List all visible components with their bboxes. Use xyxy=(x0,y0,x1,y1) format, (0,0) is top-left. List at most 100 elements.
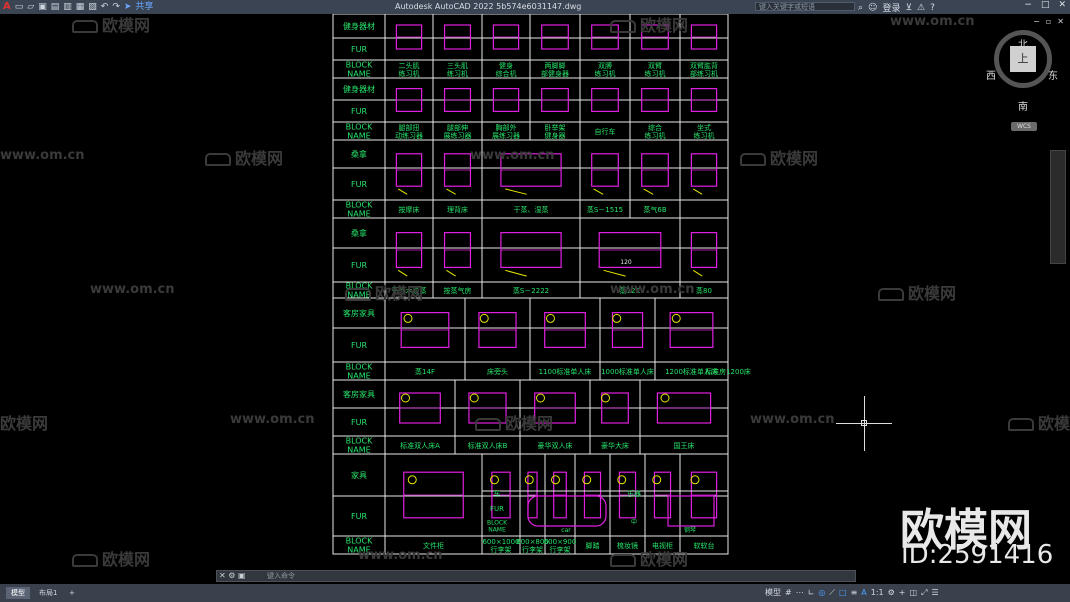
search-input[interactable]: 键入关键字或短语 xyxy=(755,2,855,11)
door-symbol xyxy=(593,188,604,195)
block-name-label: 行李架 xyxy=(550,545,571,554)
gear-icon[interactable]: ⚙ xyxy=(888,587,895,599)
watermark-logo: 欧模网 xyxy=(345,280,423,304)
lamp-symbol xyxy=(601,393,610,403)
sofa-logo-icon xyxy=(205,153,231,166)
menu-icon[interactable]: ☰ xyxy=(931,587,938,599)
polar-icon[interactable]: ◎ xyxy=(818,587,825,599)
row-label: NAME xyxy=(347,70,370,79)
block-name-label: 腿部伸 xyxy=(447,123,468,132)
sofa-logo-icon xyxy=(475,418,501,431)
watermark-logo: 欧模网 xyxy=(740,145,818,169)
door-symbol xyxy=(505,188,527,195)
row-label: BLOCK xyxy=(346,437,374,446)
block-name-label: 600×900 xyxy=(544,538,577,546)
block-name-label: 部练习机 xyxy=(690,69,718,78)
block-name-label: 标准双人床A xyxy=(400,441,440,450)
block-name-label: 双臂 xyxy=(648,61,662,70)
cmd-history-icon[interactable]: ▣ xyxy=(238,571,246,580)
watermark-logo: 欧模网 xyxy=(72,546,150,570)
wcs-menu[interactable]: WCS xyxy=(1011,122,1037,131)
save-as-icon[interactable]: ▤ xyxy=(51,1,60,13)
model-space-label[interactable]: 模型 xyxy=(765,587,781,599)
help-icon[interactable]: ? xyxy=(930,3,935,13)
annotation-icon[interactable]: A xyxy=(861,587,866,599)
block-name-label: 展练习器 xyxy=(444,131,472,140)
status-bar: 模型 布局1 + 模型 # ⋯ ∟ ◎ ⟋ □ ≡ A 1:1 ⚙ + ◫ ⤢ … xyxy=(0,584,1070,602)
row-label: FUR xyxy=(351,261,367,270)
new-icon[interactable]: ▭ xyxy=(15,1,24,13)
block-name-label: 中 xyxy=(631,518,637,526)
row-label: 桑拿 xyxy=(351,149,367,159)
snap-icon[interactable]: ⋯ xyxy=(796,587,804,599)
block-name-label: 两脚脚 xyxy=(545,61,566,70)
compass-east[interactable]: 东 xyxy=(1048,67,1058,82)
lamp-symbol xyxy=(524,475,534,485)
cmd-customize-icon[interactable]: ⚙ xyxy=(228,571,235,580)
block-name-label: 蒸气6B xyxy=(643,205,666,214)
search-icon[interactable]: ⌕ xyxy=(858,3,863,13)
block-name-label: 综合机 xyxy=(496,69,517,78)
row-label: NAME xyxy=(347,132,370,141)
minimize-icon[interactable]: − xyxy=(1024,0,1032,10)
isolate-icon[interactable]: ◫ xyxy=(910,587,918,599)
block-name-label: 1000标准单人床 xyxy=(601,367,654,376)
annotation-scale[interactable]: 1:1 xyxy=(871,587,884,599)
login-link[interactable]: 登录 xyxy=(882,1,900,14)
navigation-bar[interactable] xyxy=(1050,150,1066,264)
maximize-icon[interactable]: □ xyxy=(1041,0,1050,10)
autocad-logo-icon[interactable]: A xyxy=(3,1,11,13)
sofa-logo-icon xyxy=(610,20,636,33)
watermark-logo: 欧模网 xyxy=(72,12,150,36)
block-name-label: 蒸14F xyxy=(415,367,435,376)
block-name-label: 卧举架 xyxy=(545,123,566,132)
lamp-symbol xyxy=(551,475,560,485)
user-icon[interactable]: ☺ xyxy=(868,3,877,13)
block-name-label: 双臂肱背 xyxy=(690,61,718,70)
lineweight-icon[interactable]: ≡ xyxy=(851,587,858,599)
window-title: Autodesk AutoCAD 2022 5b574e6031147.dwg xyxy=(395,2,582,11)
row-label: FUR xyxy=(351,341,367,350)
block-name-label: 行李架 xyxy=(522,545,543,554)
row-label: NAME xyxy=(347,210,370,219)
osnap-icon[interactable]: □ xyxy=(839,587,847,599)
lamp-symbol xyxy=(546,313,555,323)
compass-north[interactable]: 北 xyxy=(1018,36,1028,51)
tab-model[interactable]: 模型 xyxy=(6,587,30,599)
isodraft-icon[interactable]: ⟋ xyxy=(829,587,835,599)
compass-west[interactable]: 西 xyxy=(986,67,996,82)
watermark-url: www.om.cn xyxy=(750,412,835,427)
tab-layout1[interactable]: 布局1 xyxy=(34,587,62,599)
row-label: 客房家具 xyxy=(343,389,375,399)
plus-icon[interactable]: + xyxy=(899,587,906,599)
block-name-label: 行李架 xyxy=(491,545,512,554)
cmd-close-icon[interactable]: ✕ xyxy=(219,571,226,580)
watermark-logo: 欧模网 xyxy=(610,546,688,570)
title-bar: A ▭ ▱ ▣ ▤ ▥ ▦ ▧ ↶ ↷ ➤ 共享 Autodesk AutoCA… xyxy=(0,0,1070,14)
exchange-icon[interactable]: ⚠ xyxy=(917,3,925,13)
cart-icon[interactable]: ⊻ xyxy=(905,3,912,13)
grid-icon[interactable]: # xyxy=(785,587,792,599)
command-input[interactable]: 键入命令 xyxy=(267,571,295,581)
block-name-label: 蒸S－2222 xyxy=(513,286,549,295)
fullscreen-icon[interactable]: ⤢ xyxy=(921,587,927,599)
lamp-symbol xyxy=(403,313,413,323)
close-icon[interactable]: ✕ xyxy=(1058,0,1066,10)
row-label: NAME xyxy=(347,446,370,455)
save-icon[interactable]: ▣ xyxy=(38,1,47,13)
block-name-label: 蒸S－1515 xyxy=(587,205,623,214)
row-label: BLOCK xyxy=(487,520,508,527)
row-label: FUR xyxy=(351,107,367,116)
compass-south[interactable]: 南 xyxy=(1018,98,1028,113)
watermark-logo: 欧模网 xyxy=(0,414,49,433)
watermark-url: www.om.cn xyxy=(358,548,443,563)
plot-icon[interactable]: ▥ xyxy=(63,1,72,13)
row-label: 桑拿 xyxy=(351,228,367,238)
open-icon[interactable]: ▱ xyxy=(27,1,34,13)
lamp-symbol xyxy=(690,475,700,485)
command-line[interactable]: ✕ ⚙ ▣ 键入命令 xyxy=(216,570,856,582)
tab-add[interactable]: + xyxy=(64,587,80,599)
ortho-icon[interactable]: ∟ xyxy=(808,587,815,599)
door-symbol xyxy=(446,269,456,277)
row-label: FUR xyxy=(351,512,367,521)
